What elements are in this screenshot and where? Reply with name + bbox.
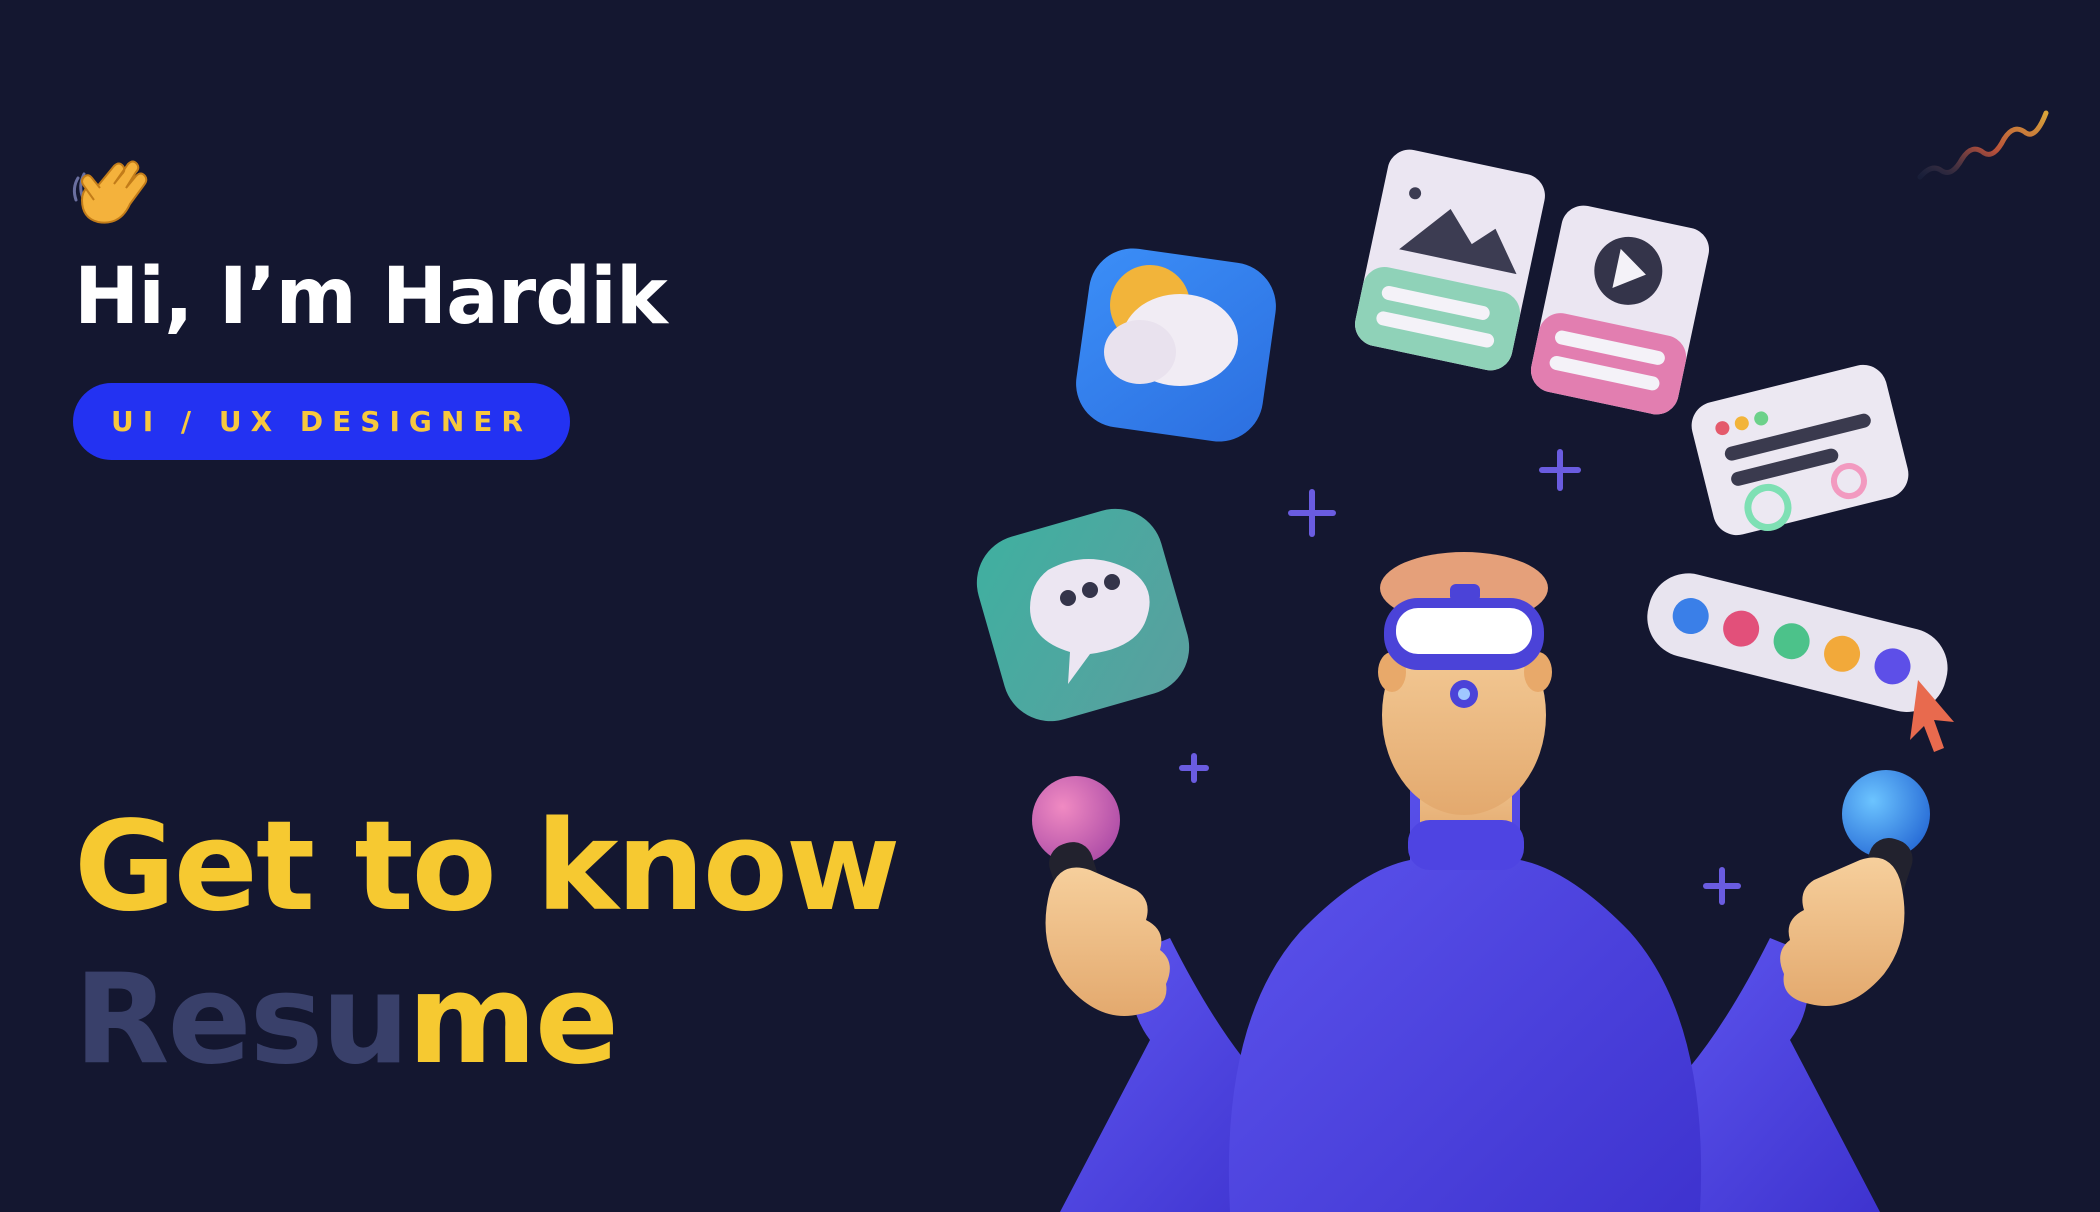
weather-app-icon (1076, 248, 1276, 442)
role-badge[interactable]: UI / UX DESIGNER (73, 383, 570, 460)
text-window-icon (1691, 364, 1909, 536)
chat-bubble-icon (976, 508, 1190, 722)
resume-lit-text: me (407, 948, 619, 1092)
greeting-heading: Hi, I’m Hardik (74, 252, 668, 342)
waving-hand-icon (72, 160, 148, 224)
resume-dim-text: Resu (74, 948, 410, 1092)
image-card-icon (1355, 149, 1545, 371)
video-card-icon (1530, 205, 1710, 415)
vr-character-illustration (976, 149, 1954, 1212)
color-palette-icon (1647, 573, 1948, 712)
get-to-know-heading: Get to know (74, 795, 900, 939)
portfolio-hero: Hi, I’m Hardik UI / UX DESIGNER Get to k… (0, 0, 2100, 1212)
resume-link[interactable]: Resume (74, 955, 619, 1085)
role-label: UI / UX DESIGNER (110, 405, 532, 438)
